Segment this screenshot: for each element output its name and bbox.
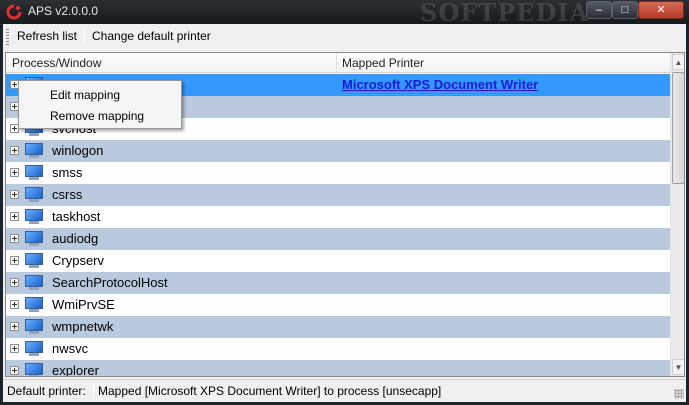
remove-mapping-menu-item[interactable]: Remove mapping: [50, 109, 144, 123]
expand-icon[interactable]: [10, 234, 19, 243]
list-header: Process/Window Mapped Printer: [6, 53, 670, 73]
table-row[interactable]: nwsvc: [6, 338, 670, 360]
monitor-icon: [25, 231, 43, 246]
table-row[interactable]: Crypserv: [6, 250, 670, 272]
minimize-button[interactable]: –: [586, 1, 612, 19]
process-name: taskhost: [52, 209, 101, 224]
mapped-printer-link[interactable]: Microsoft XPS Document Writer: [342, 77, 538, 92]
expand-icon[interactable]: [10, 256, 19, 265]
expand-icon[interactable]: [10, 168, 19, 177]
expand-icon[interactable]: [10, 278, 19, 287]
scrollbar-thumb[interactable]: [672, 72, 684, 184]
table-row[interactable]: wmpnetwk: [6, 316, 670, 338]
table-row[interactable]: winlogon: [6, 140, 670, 162]
edit-mapping-menu-item[interactable]: Edit mapping: [50, 88, 120, 102]
monitor-icon: [25, 187, 43, 202]
title-bar: APS v2.0.0.0 SOFTPEDIA – □ ✕: [0, 0, 689, 27]
scroll-down-arrow-icon[interactable]: ▼: [672, 359, 684, 375]
toolbar-grip[interactable]: [6, 29, 9, 45]
expand-icon[interactable]: [10, 300, 19, 309]
status-message: Mapped [Microsoft XPS Document Writer] t…: [98, 384, 442, 398]
expand-icon[interactable]: [10, 190, 19, 199]
scroll-up-arrow-icon[interactable]: ▲: [672, 54, 684, 70]
monitor-icon: [25, 209, 43, 224]
window-client: Refresh list Change default printer Proc…: [3, 24, 686, 402]
refresh-list-button[interactable]: Refresh list: [17, 29, 77, 43]
expand-icon[interactable]: [10, 322, 19, 331]
process-name: Crypserv: [52, 253, 105, 268]
resize-grip-icon[interactable]: [674, 389, 684, 399]
monitor-icon: [25, 341, 43, 356]
expand-icon[interactable]: [10, 366, 19, 375]
process-name: explorer: [52, 363, 99, 376]
table-row[interactable]: SearchProtocolHost: [6, 272, 670, 294]
monitor-icon: [25, 297, 43, 312]
close-button[interactable]: ✕: [638, 1, 684, 19]
process-name: wmpnetwk: [52, 319, 114, 334]
process-name: SearchProtocolHost: [52, 275, 168, 290]
table-row[interactable]: WmiPrvSE: [6, 294, 670, 316]
maximize-button[interactable]: □: [612, 1, 638, 19]
window-title: APS v2.0.0.0: [28, 4, 99, 18]
default-printer-label: Default printer:: [7, 384, 86, 398]
status-separator: [93, 383, 94, 399]
expand-icon[interactable]: [10, 344, 19, 353]
expand-icon[interactable]: [10, 212, 19, 221]
process-name: audiodg: [52, 231, 99, 246]
column-divider[interactable]: [336, 53, 337, 73]
monitor-icon: [25, 319, 43, 334]
monitor-icon: [25, 165, 43, 180]
monitor-icon: [25, 275, 43, 290]
monitor-icon: [25, 253, 43, 268]
toolbar: Refresh list Change default printer: [3, 24, 686, 50]
process-name: winlogon: [52, 143, 104, 158]
table-row[interactable]: csrss: [6, 184, 670, 206]
table-row[interactable]: explorer: [6, 360, 670, 376]
process-name: nwsvc: [52, 341, 89, 356]
column-header-process[interactable]: Process/Window: [12, 56, 101, 70]
table-row[interactable]: smss: [6, 162, 670, 184]
process-name: csrss: [52, 187, 83, 202]
monitor-icon: [25, 363, 43, 376]
process-name: smss: [52, 165, 83, 180]
context-menu: Edit mapping Remove mapping: [18, 80, 182, 129]
status-bar: Default printer: Mapped [Microsoft XPS D…: [3, 379, 686, 401]
softpedia-watermark: SOFTPEDIA: [420, 0, 590, 27]
toolbar-separator: [84, 29, 85, 45]
vertical-scrollbar[interactable]: ▲ ▼: [670, 53, 684, 376]
table-row[interactable]: audiodg: [6, 228, 670, 250]
process-name: WmiPrvSE: [52, 297, 115, 312]
monitor-icon: [25, 143, 43, 158]
app-logo-icon: [6, 4, 22, 20]
expand-icon[interactable]: [10, 146, 19, 155]
column-header-mapped-printer[interactable]: Mapped Printer: [342, 56, 424, 70]
change-default-printer-button[interactable]: Change default printer: [92, 29, 211, 43]
table-row[interactable]: taskhost: [6, 206, 670, 228]
